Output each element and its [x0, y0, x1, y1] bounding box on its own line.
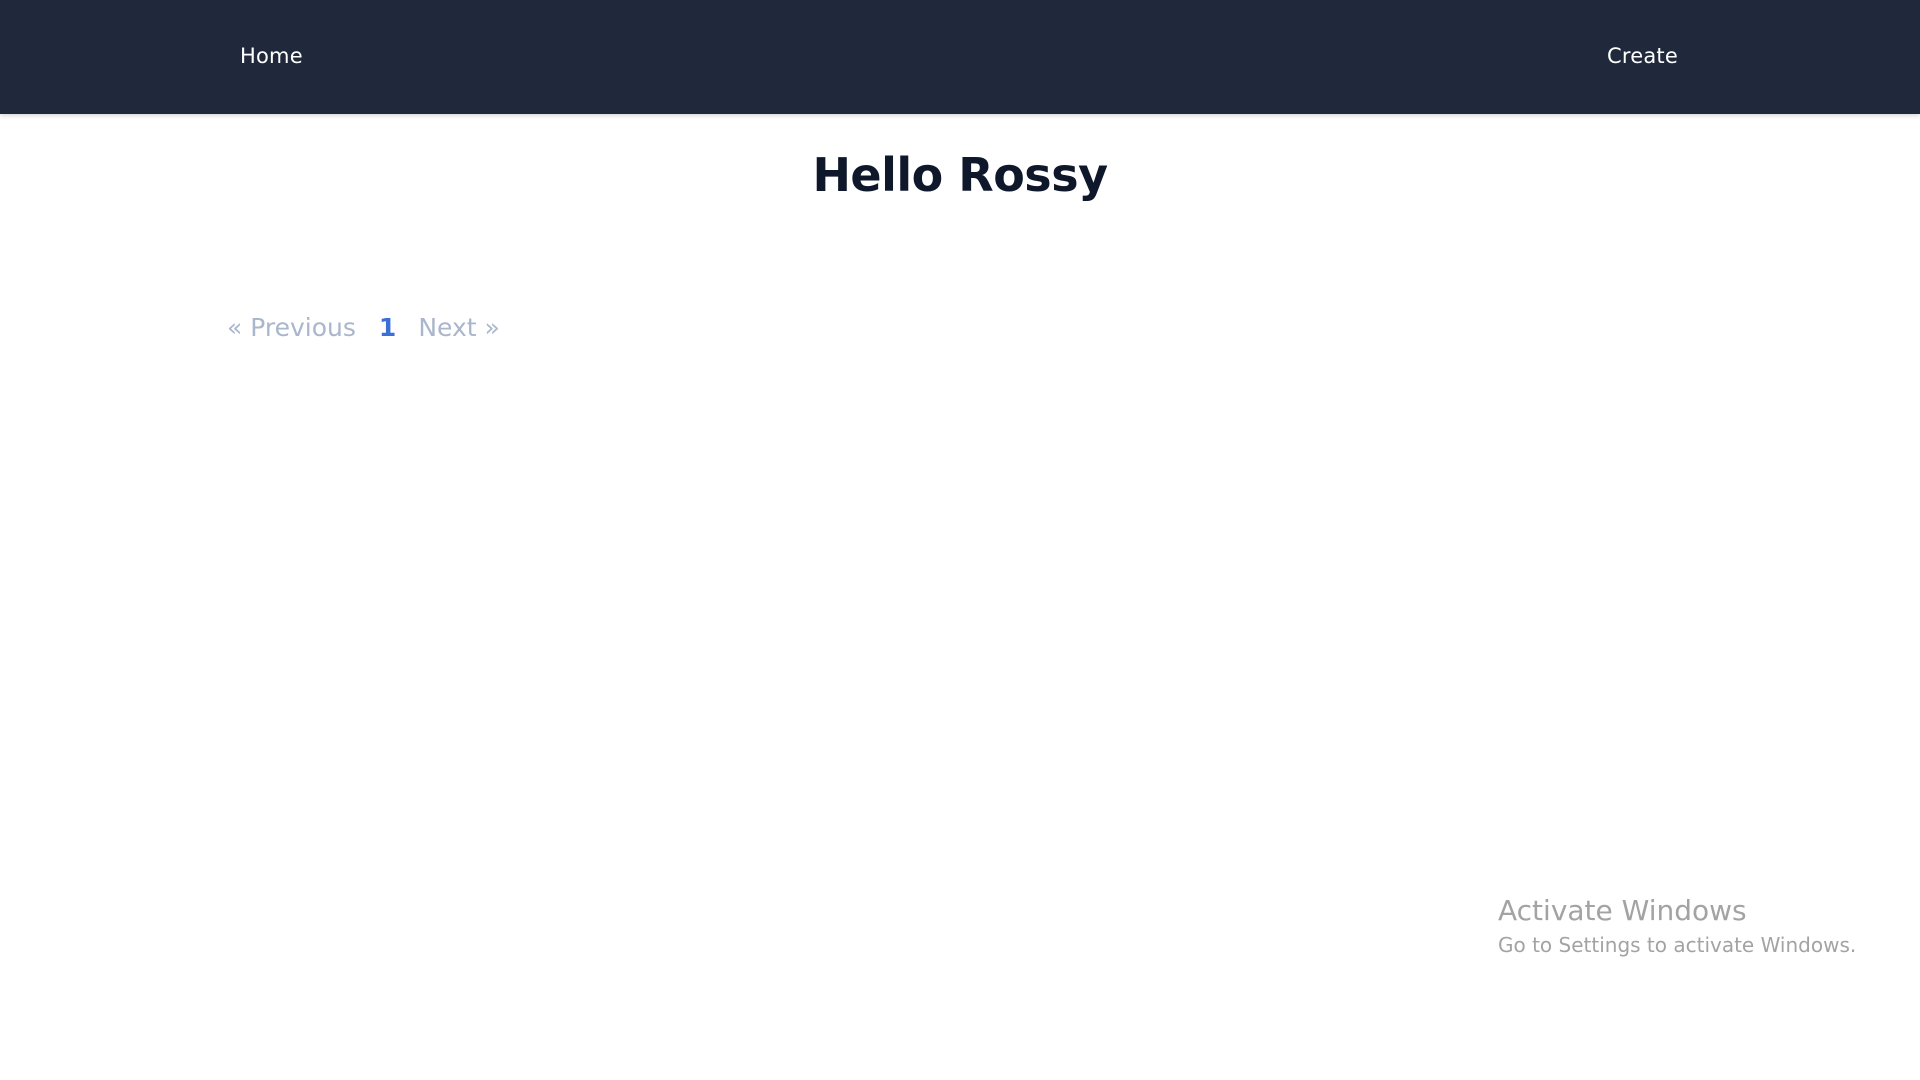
top-navbar: Home Create [0, 0, 1920, 114]
windows-activation-watermark: Activate Windows Go to Settings to activ… [1498, 893, 1856, 959]
pagination-next-link[interactable]: Next » [418, 313, 499, 342]
pagination-previous-link[interactable]: « Previous [227, 313, 356, 342]
pagination-current-page[interactable]: 1 [379, 313, 396, 342]
nav-create-link[interactable]: Create [1607, 44, 1678, 68]
watermark-title: Activate Windows [1498, 894, 1747, 927]
watermark-subtitle: Go to Settings to activate Windows. [1498, 933, 1857, 957]
page-title: Hello Rossy [812, 148, 1108, 202]
pagination: « Previous 1 Next » [227, 313, 500, 342]
nav-home-link[interactable]: Home [240, 44, 303, 68]
